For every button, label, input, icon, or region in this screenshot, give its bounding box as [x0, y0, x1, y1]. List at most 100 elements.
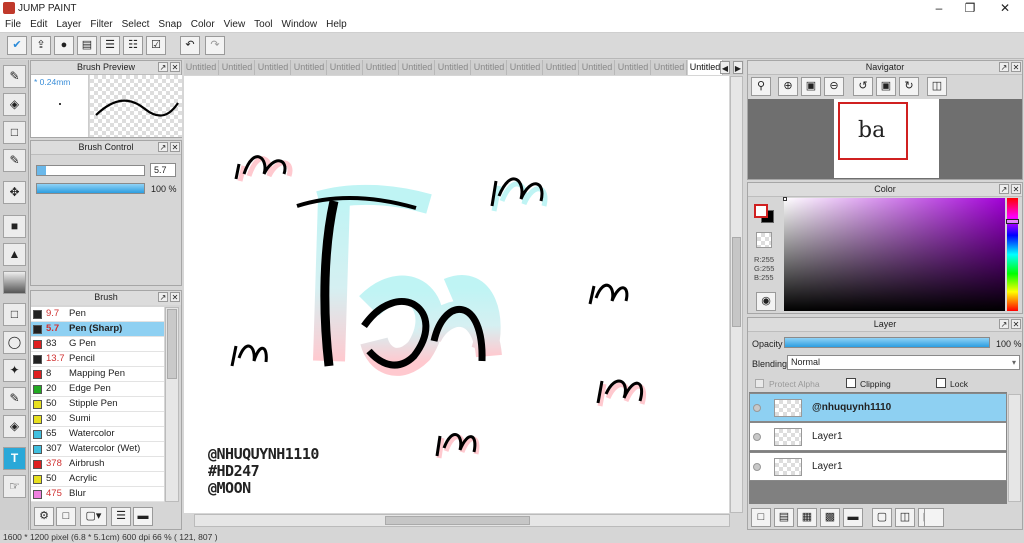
brush-item[interactable]: 83 G Pen [31, 337, 164, 352]
tab-untitled[interactable]: Untitled [436, 60, 471, 75]
menu-edit[interactable]: Edit [25, 17, 51, 30]
canvas-vertical-scrollbar[interactable] [730, 76, 743, 513]
scrollbar-thumb[interactable] [385, 516, 530, 525]
canvas-horizontal-scrollbar[interactable] [194, 514, 730, 527]
tab-untitled[interactable]: Untitled [616, 60, 651, 75]
ruler-tool-icon[interactable]: ✎ [3, 149, 26, 172]
tab-untitled[interactable]: Untitled [364, 60, 399, 75]
panel-popout-icon[interactable]: ↗ [999, 62, 1009, 72]
new-halftone-layer-icon[interactable]: ▩ [820, 508, 840, 527]
menu-help[interactable]: Help [321, 17, 351, 30]
menu-window[interactable]: Window [277, 17, 322, 30]
panel-popout-icon[interactable]: ↗ [158, 62, 168, 72]
maximize-button[interactable]: ❐ [955, 1, 985, 16]
rotate-left-icon[interactable]: ↺ [853, 77, 873, 96]
close-button[interactable]: ✕ [990, 1, 1020, 16]
layer-folder-icon[interactable]: ▬ [843, 508, 863, 527]
tab-untitled[interactable]: Untitled [544, 60, 579, 75]
layer-row[interactable]: @nhuquynh1110 [749, 393, 1007, 422]
new-layer-icon[interactable]: □ [751, 508, 771, 527]
panel-popout-icon[interactable]: ↗ [999, 184, 1009, 194]
tab-active[interactable]: Untitled [688, 60, 723, 75]
clipping-checkbox[interactable] [846, 378, 856, 388]
color-picker-field[interactable] [783, 197, 1005, 311]
lasso-tool-icon[interactable]: ◯ [3, 331, 26, 354]
layer-visibility-icon[interactable] [753, 463, 761, 471]
brush-list-scrollbar[interactable] [165, 307, 179, 502]
brush-item[interactable]: 65 Watercolor [31, 427, 164, 442]
tab-untitled[interactable]: Untitled [472, 60, 507, 75]
document-icon[interactable]: ☰ [100, 36, 120, 55]
brush-item[interactable]: 475 Blur [31, 487, 164, 502]
blending-select[interactable]: Normal ▾ [787, 355, 1020, 370]
new-raster-layer-icon[interactable]: ▤ [774, 508, 794, 527]
pen-tool-icon[interactable]: ✎ [3, 65, 26, 88]
merge-layer-icon[interactable]: ◫ [895, 508, 915, 527]
eraser-tool-icon[interactable]: ◈ [3, 93, 26, 116]
panel-popout-icon[interactable]: ↗ [999, 319, 1009, 329]
navigator-thumbnail[interactable]: ba [834, 99, 939, 178]
scrollbar-thumb[interactable] [167, 309, 177, 379]
menu-view[interactable]: View [219, 17, 250, 30]
brush-size-slider[interactable] [36, 165, 145, 176]
rectangle-tool-icon[interactable]: □ [3, 121, 26, 144]
reset-rotation-icon[interactable]: ▣ [876, 77, 896, 96]
fill-shape-tool-icon[interactable]: ■ [3, 215, 26, 238]
brush-item[interactable]: 13.7 Pencil [31, 352, 164, 367]
select-pen-tool-icon[interactable]: ✎ [3, 387, 26, 410]
menu-snap[interactable]: Snap [153, 17, 185, 30]
menu-select[interactable]: Select [117, 17, 154, 30]
redo-icon[interactable]: ↷ [205, 36, 225, 55]
foreground-color-swatch[interactable] [754, 204, 768, 218]
menu-filter[interactable]: Filter [85, 17, 116, 30]
bucket-tool-icon[interactable]: ▲ [3, 243, 26, 266]
trash-icon[interactable] [924, 508, 944, 527]
export-icon[interactable]: ⇪ [31, 36, 51, 55]
duplicate-layer-icon[interactable]: ▢ [872, 508, 892, 527]
minimize-button[interactable]: – [924, 1, 954, 16]
menu-file[interactable]: File [0, 17, 25, 30]
hue-slider-marker[interactable] [1006, 219, 1019, 224]
brush-item[interactable]: 8 Mapping Pen [31, 367, 164, 382]
brush-properties-icon[interactable]: ☰ [111, 507, 131, 526]
text-tool-icon[interactable]: T [3, 447, 26, 470]
tab-untitled[interactable]: Untitled [580, 60, 615, 75]
brush-settings-icon[interactable]: ⚙ [34, 507, 54, 526]
tab-untitled[interactable]: Untitled [400, 60, 435, 75]
navigator-viewport-frame[interactable]: ba [838, 102, 908, 160]
panel-close-icon[interactable]: ✕ [1011, 319, 1021, 329]
brush-opacity-slider[interactable] [36, 183, 145, 194]
rect-select-tool-icon[interactable]: □ [3, 303, 26, 326]
brush-size-value[interactable]: 5.7 [150, 163, 176, 177]
new-brush-icon[interactable]: □ [56, 507, 76, 526]
panel-popout-icon[interactable]: ↗ [158, 142, 168, 152]
menu-layer[interactable]: Layer [51, 17, 85, 30]
message-icon[interactable]: ▤ [77, 36, 97, 55]
magic-wand-tool-icon[interactable]: ✦ [3, 359, 26, 382]
brush-folder-icon[interactable]: ▬ [133, 507, 153, 526]
fit-window-icon[interactable]: ▣ [801, 77, 821, 96]
panel-close-icon[interactable]: ✕ [170, 292, 180, 302]
zoom-out-icon[interactable]: ⊖ [824, 77, 844, 96]
tab-untitled[interactable]: Untitled [220, 60, 255, 75]
rotate-right-icon[interactable]: ↻ [899, 77, 919, 96]
tab-untitled[interactable]: Untitled [508, 60, 543, 75]
tab-untitled[interactable]: Untitled [292, 60, 327, 75]
drawing-canvas[interactable]: @NHUQUYNH1110 #HD247 @MOON [184, 76, 729, 513]
tab-untitled[interactable]: Untitled [184, 60, 219, 75]
tab-untitled[interactable]: Untitled [652, 60, 687, 75]
menu-color[interactable]: Color [186, 17, 219, 30]
brush-item[interactable]: 50 Acrylic [31, 472, 164, 487]
panel-close-icon[interactable]: ✕ [170, 62, 180, 72]
transparent-color-swatch[interactable] [756, 232, 772, 248]
tab-untitled[interactable]: Untitled [328, 60, 363, 75]
brush-item[interactable]: 307 Watercolor (Wet) [31, 442, 164, 457]
panel-popout-icon[interactable]: ↗ [158, 292, 168, 302]
new-text-layer-icon[interactable]: ▦ [797, 508, 817, 527]
panel-close-icon[interactable]: ✕ [1011, 184, 1021, 194]
tab-scroll-left-icon[interactable]: ◀ [720, 61, 730, 74]
layer-visibility-icon[interactable] [753, 404, 761, 412]
comment-icon[interactable]: ● [54, 36, 74, 55]
zoom-fit-icon[interactable]: ⚲ [751, 77, 771, 96]
gradient-tool-icon[interactable] [3, 271, 26, 294]
